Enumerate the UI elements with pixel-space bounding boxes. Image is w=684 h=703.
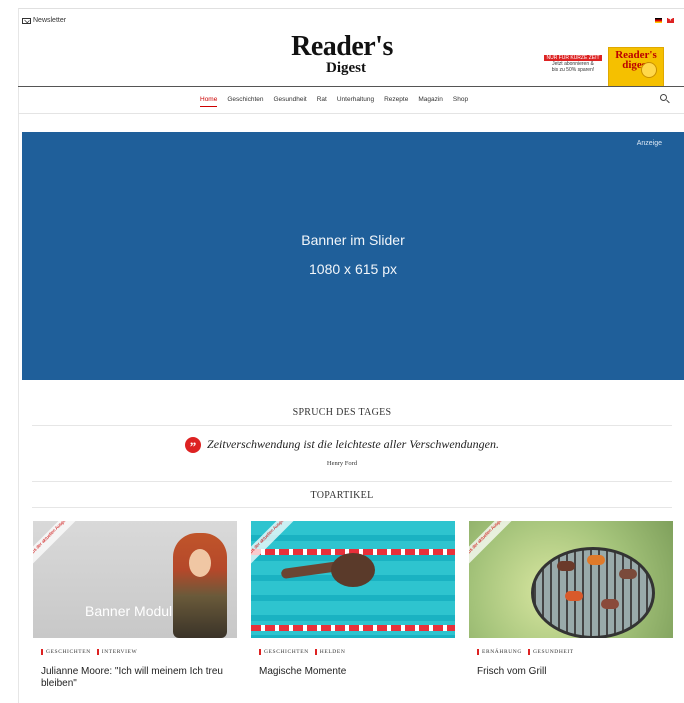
nav-divider-bottom [18, 113, 684, 114]
article-title-1[interactable]: Julianne Moore: "Ich will meinem Ich tre… [41, 666, 231, 690]
current-issue-ribbon: Aus der aktuellen Ausgabe [33, 521, 78, 564]
tag-ernaehrung[interactable]: ERNÄHRUNG [477, 649, 522, 655]
envelope-icon [22, 17, 31, 24]
magazine-cover: Reader's digest [608, 47, 664, 87]
search-icon[interactable] [660, 94, 670, 104]
newsletter-label: Newsletter [33, 17, 67, 24]
quote-text: Zeitverschwendung ist die leichteste all… [207, 437, 499, 451]
nav-item-gesundheit[interactable]: Gesundheit [273, 96, 306, 107]
banner-line2: 1080 x 615 px [309, 261, 397, 277]
promo-text: NUR FÜR KURZE ZEIT Jetzt abonnieren & bi… [542, 55, 604, 73]
slider-banner[interactable]: Anzeige Banner im Slider 1080 x 615 px [22, 132, 684, 380]
banner-line1: Banner im Slider [301, 232, 405, 248]
article-tags: GESCHICHTEN INTERVIEW [41, 649, 137, 655]
top-section-title: TOPARTIKEL [310, 490, 374, 501]
quote-divider [32, 425, 672, 426]
quote-text-row: ” Zeitverschwendung ist die leichteste al… [0, 437, 684, 454]
current-issue-ribbon: Aus der aktuellen Ausgabe [251, 521, 296, 564]
quote-divider-bottom [32, 481, 672, 482]
quote-author: Henry Ford [326, 460, 358, 467]
ad-label: Anzeige [636, 140, 662, 147]
article-tags: ERNÄHRUNG GESUNDHEIT [477, 649, 574, 655]
flag-switzerland-icon[interactable] [667, 14, 674, 23]
article-image-3[interactable]: Aus der aktuellen Ausgabe [469, 521, 673, 638]
tag-geschichten[interactable]: GESCHICHTEN [41, 649, 91, 655]
promo-line2: bis zu 50% sparen! [551, 67, 595, 73]
quote-icon: ” [185, 437, 202, 454]
top-divider [32, 507, 672, 508]
tag-gesundheit[interactable]: GESUNDHEIT [527, 649, 574, 655]
smiley-icon [641, 62, 657, 78]
nav-item-home[interactable]: Home [200, 96, 218, 107]
nav-item-rezepte[interactable]: Rezepte [384, 96, 408, 107]
tag-helden[interactable]: HELDEN [314, 649, 346, 655]
article-title-3[interactable]: Frisch vom Grill [477, 666, 667, 678]
nav-divider-top [18, 86, 684, 87]
article-card-1[interactable]: Banner Modul Aus der aktuellen Ausgabe G… [33, 521, 237, 698]
tag-geschichten[interactable]: GESCHICHTEN [259, 649, 309, 655]
newsletter-link[interactable]: Newsletter [22, 17, 66, 24]
banner-module-label: Banner Modul [85, 603, 173, 619]
language-switcher [655, 14, 674, 23]
nav-item-magazin[interactable]: Magazin [418, 96, 443, 107]
nav-item-shop[interactable]: Shop [453, 96, 468, 107]
article-image-1[interactable]: Banner Modul Aus der aktuellen Ausgabe [33, 521, 237, 638]
nav-item-geschichten[interactable]: Geschichten [227, 96, 263, 107]
main-nav: Home Geschichten Gesundheit Rat Unterhal… [200, 96, 468, 107]
current-issue-ribbon: Aus der aktuellen Ausgabe [469, 521, 514, 564]
nav-item-rat[interactable]: Rat [317, 96, 327, 107]
article-tags: GESCHICHTEN HELDEN [259, 649, 345, 655]
article-title-2[interactable]: Magische Momente [259, 666, 449, 678]
article-card-2[interactable]: Aus der aktuellen Ausgabe GESCHICHTEN HE… [251, 521, 455, 698]
flag-germany-icon[interactable] [655, 18, 662, 23]
article-card-3[interactable]: Aus der aktuellen Ausgabe ERNÄHRUNG GESU… [469, 521, 673, 698]
quote-section-title: SPRUCH DES TAGES [292, 407, 392, 418]
tag-interview[interactable]: INTERVIEW [96, 649, 138, 655]
article-image-2[interactable]: Aus der aktuellen Ausgabe [251, 521, 455, 638]
subscription-promo[interactable]: NUR FÜR KURZE ZEIT Jetzt abonnieren & bi… [542, 47, 666, 87]
nav-item-unterhaltung[interactable]: Unterhaltung [337, 96, 374, 107]
